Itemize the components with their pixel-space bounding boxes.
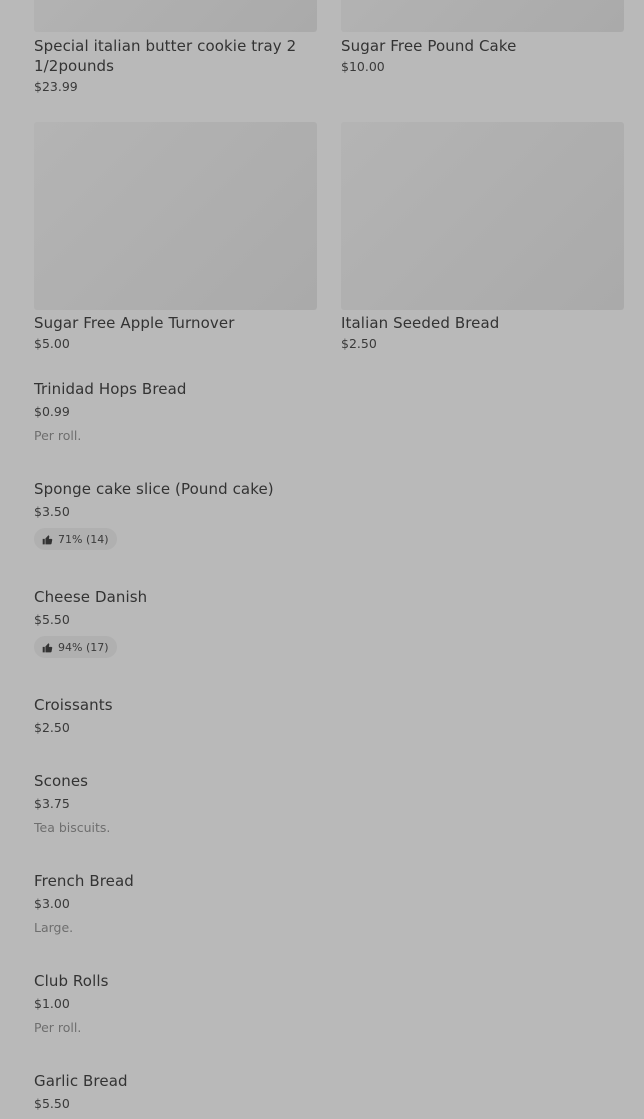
menu-list-item[interactable]: Scones $3.75 Tea biscuits. (34, 771, 614, 836)
thumbs-up-icon (42, 642, 53, 652)
rating-badge: 94% (17) (34, 636, 117, 658)
menu-item-price: $5.00 (34, 336, 70, 351)
menu-item-image (341, 122, 624, 310)
rating-text: 94% (17) (58, 640, 109, 654)
menu-item-image (341, 0, 624, 32)
menu-item-card[interactable]: Sugar Free Apple Turnover $5.00 (34, 122, 317, 352)
menu-item-price: $23.99 (34, 79, 78, 94)
menu-list-item[interactable]: French Bread $3.00 Large. (34, 871, 614, 936)
menu-item-title: Cheese Danish (34, 588, 148, 606)
menu-item-price: $2.50 (341, 336, 377, 351)
menu-item-card[interactable]: Sugar Free Pound Cake $10.00 (341, 0, 624, 75)
menu-item-price: $3.75 (34, 796, 70, 811)
menu-item-title: Special italian butter cookie tray 2 1/2… (34, 37, 297, 75)
menu-item-description: Per roll. (34, 428, 82, 443)
menu-item-description: Per roll. (34, 1020, 82, 1035)
menu-item-price: $0.99 (34, 404, 70, 419)
menu-item-price: $5.50 (34, 1096, 70, 1111)
menu-item-title: Italian Seeded Bread (341, 314, 500, 332)
menu-page: Special italian butter cookie tray 2 1/2… (0, 0, 644, 1119)
menu-item-price: $3.50 (34, 504, 70, 519)
menu-item-title: Garlic Bread (34, 1072, 128, 1090)
menu-item-card[interactable]: Special italian butter cookie tray 2 1/2… (34, 0, 317, 95)
menu-list-item[interactable]: Croissants $2.50 (34, 695, 614, 736)
menu-item-title: Club Rolls (34, 972, 109, 990)
menu-item-description: Tea biscuits. (34, 820, 111, 835)
menu-item-title: Scones (34, 772, 89, 790)
menu-list-item[interactable]: Garlic Bread $5.50 (34, 1071, 614, 1112)
thumbs-up-icon (42, 534, 53, 544)
rating-badge: 71% (14) (34, 528, 117, 550)
menu-item-title: Sponge cake slice (Pound cake) (34, 480, 274, 498)
rating-text: 71% (14) (58, 532, 109, 546)
menu-list-item[interactable]: Trinidad Hops Bread $0.99 Per roll. (34, 379, 614, 444)
menu-item-title: French Bread (34, 872, 134, 890)
menu-list-item[interactable]: Sponge cake slice (Pound cake) $3.50 71%… (34, 479, 614, 550)
menu-item-price: $5.50 (34, 612, 70, 627)
menu-item-price: $2.50 (34, 720, 70, 735)
menu-item-card[interactable]: Italian Seeded Bread $2.50 (341, 122, 624, 352)
menu-item-price: $10.00 (341, 59, 385, 74)
menu-item-price: $3.00 (34, 896, 70, 911)
menu-list-item[interactable]: Cheese Danish $5.50 94% (17) (34, 587, 614, 658)
menu-item-title: Sugar Free Pound Cake (341, 37, 517, 55)
menu-item-title: Sugar Free Apple Turnover (34, 314, 235, 332)
menu-item-description: Large. (34, 920, 74, 935)
menu-item-title: Trinidad Hops Bread (34, 380, 187, 398)
menu-item-image (34, 0, 317, 32)
menu-list-item[interactable]: Club Rolls $1.00 Per roll. (34, 971, 614, 1036)
menu-item-title: Croissants (34, 696, 113, 714)
menu-item-price: $1.00 (34, 996, 70, 1011)
menu-item-image (34, 122, 317, 310)
